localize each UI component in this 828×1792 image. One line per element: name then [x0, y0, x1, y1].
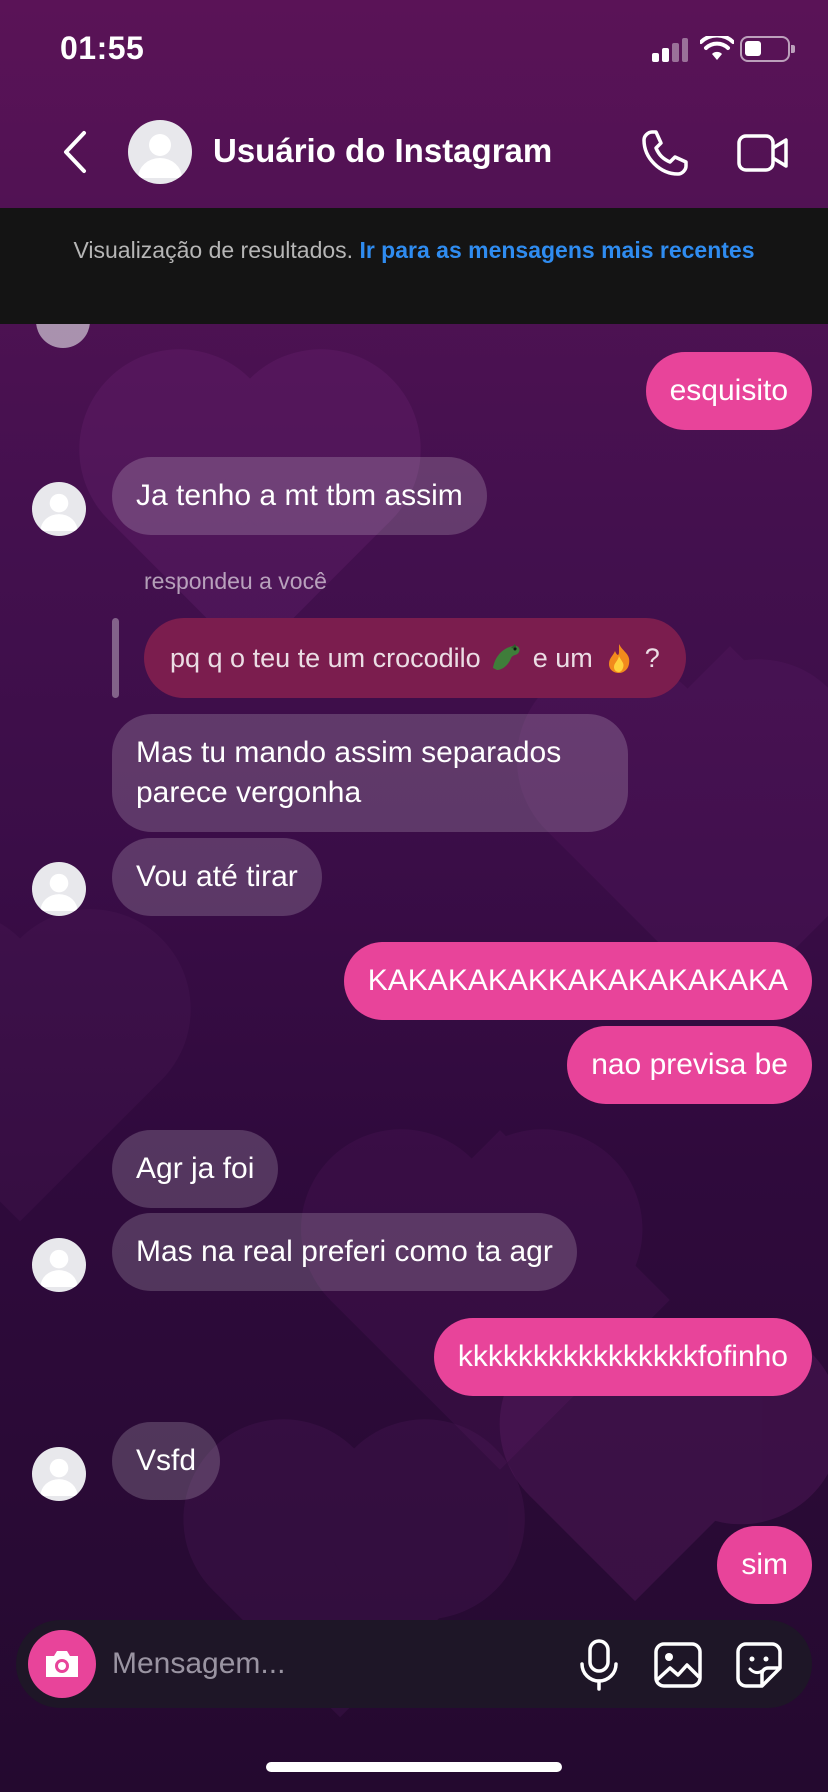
video-camera-icon[interactable] [736, 130, 790, 176]
status-bar: 01:55 [0, 0, 828, 100]
camera-icon [46, 1651, 78, 1677]
camera-button[interactable] [28, 1630, 96, 1698]
back-button[interactable] [50, 124, 100, 180]
quoted-text: ? [644, 642, 660, 673]
sender-avatar[interactable] [32, 1238, 86, 1292]
battery-icon [740, 36, 795, 62]
quoted-text: e um [532, 642, 593, 673]
quoted-message[interactable]: pq q o teu te um crocodilo e um ? [144, 618, 686, 698]
message-bubble-outgoing[interactable]: esquisito [645, 352, 812, 430]
crocodile-icon [492, 644, 520, 670]
home-indicator[interactable] [266, 1762, 562, 1772]
go-to-recent-link[interactable]: Ir para as mensagens mais recentes [359, 237, 754, 263]
results-banner-text: Visualização de resultados. [73, 237, 354, 263]
sticker-icon[interactable] [732, 1638, 786, 1692]
fire-icon [608, 644, 630, 673]
message-bubble-incoming[interactable]: Mas na real preferi como ta agr [112, 1213, 577, 1291]
signal-bars-icon [652, 38, 688, 62]
message-bubble-outgoing[interactable]: kkkkkkkkkkkkkkkkfofinho [433, 1318, 812, 1396]
message-list[interactable]: esquisito Ja tenho a mt tbm assim respon… [0, 324, 828, 1620]
chat-header: Usuário do Instagram [0, 100, 828, 208]
image-icon[interactable] [652, 1638, 704, 1692]
message-bubble-incoming[interactable]: Ja tenho a mt tbm assim [112, 457, 487, 535]
sender-avatar[interactable] [32, 1447, 86, 1501]
contact-avatar[interactable] [128, 120, 192, 184]
microphone-icon[interactable] [576, 1638, 622, 1692]
message-bubble-outgoing[interactable]: KAKAKAKAKKAKAKAKAKAKA [343, 942, 812, 1020]
message-composer [16, 1620, 812, 1708]
quoted-text: pq q o teu te um crocodilo [170, 642, 481, 673]
message-input[interactable] [112, 1634, 512, 1694]
sender-avatar[interactable] [32, 862, 86, 916]
message-bubble-incoming[interactable]: Mas tu mando assim separados parece verg… [112, 714, 628, 832]
message-bubble-incoming[interactable]: Vsfd [112, 1422, 221, 1500]
avatar [36, 324, 90, 348]
message-bubble-outgoing[interactable]: nao previsa be [567, 1026, 812, 1104]
phone-icon[interactable] [638, 126, 692, 180]
results-banner: Visualização de resultados. Ir para as m… [0, 208, 828, 324]
chevron-left-icon [64, 131, 86, 173]
sender-avatar[interactable] [32, 482, 86, 536]
reply-label: respondeu a você [144, 568, 327, 594]
reply-indicator [112, 618, 119, 698]
status-time: 01:55 [60, 30, 145, 66]
message-bubble-incoming[interactable]: Vou até tirar [112, 838, 322, 916]
wifi-icon [700, 36, 734, 60]
message-bubble-outgoing[interactable]: sim [717, 1526, 812, 1604]
contact-name[interactable]: Usuário do Instagram [213, 132, 552, 170]
message-bubble-incoming[interactable]: Agr ja foi [112, 1130, 279, 1208]
